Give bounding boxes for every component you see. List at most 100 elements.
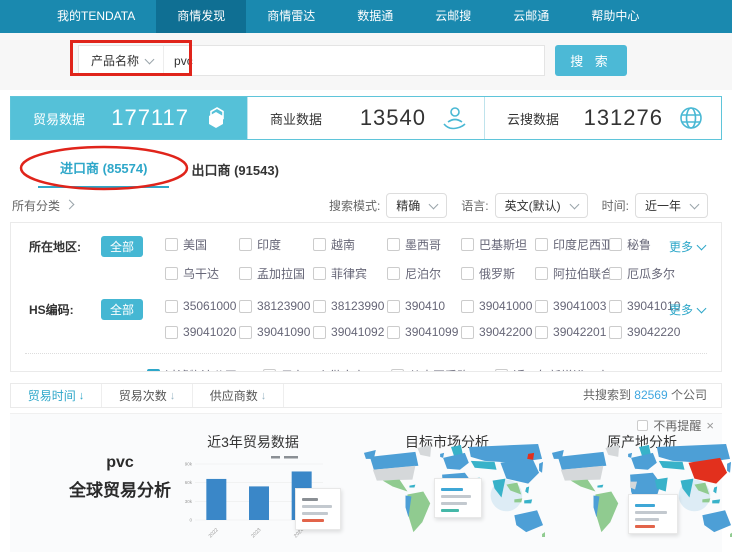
checkbox[interactable] [239,267,252,280]
region-option[interactable]: 尼泊尔 [387,265,461,282]
checkbox[interactable] [313,300,326,313]
checkbox[interactable] [387,238,400,251]
region-option[interactable]: 墨西哥 [387,236,461,253]
checkbox[interactable] [239,238,252,251]
search-input[interactable] [164,46,544,75]
nav-item[interactable]: 云邮通 [492,0,570,33]
stat-cloud-search-data[interactable]: 云搜数据 131276 [484,97,721,139]
region-option[interactable]: 巴基斯坦 [461,236,535,253]
checkbox[interactable] [495,369,508,372]
stat-value: 13540 [360,105,426,131]
checkbox[interactable] [147,369,160,372]
checkbox[interactable] [535,267,548,280]
checkbox[interactable] [165,300,178,313]
checkbox[interactable] [387,326,400,339]
tab-exporters[interactable]: 出口商 (91543) [169,160,300,188]
region-more-link[interactable]: 更多 [669,238,705,255]
stat-business-data[interactable]: 商业数据 13540 [247,97,484,139]
hs-all-badge[interactable]: 全部 [101,299,143,320]
hs-option[interactable]: 39042200 [461,325,535,339]
checkbox[interactable] [313,326,326,339]
time-label: 时间: [602,197,629,214]
advanced-option[interactable]: 只有一个供应商 [263,367,365,372]
checkbox[interactable] [535,326,548,339]
all-categories-link[interactable]: 所有分类 [12,197,73,214]
hs-option[interactable]: 39041092 [313,325,387,339]
dismiss-checkbox[interactable] [637,420,648,431]
checkbox[interactable] [165,267,178,280]
advanced-options: 过滤物流公司 只有一个供应商 从中国采购 近一年新增进口商 [147,367,609,372]
checkbox[interactable] [461,326,474,339]
hs-option[interactable]: 39042201 [535,325,609,339]
sort-by-trade-time[interactable]: 贸易时间 [11,384,102,407]
region-option[interactable]: 印度尼西亚 [535,236,609,253]
hs-more-link[interactable]: 更多 [669,301,705,318]
nav-item[interactable]: 我的TENDATA [36,0,156,33]
checkbox[interactable] [461,300,474,313]
checkbox[interactable] [609,267,622,280]
checkbox[interactable] [609,300,622,313]
hs-option[interactable]: 39041099 [387,325,461,339]
checkbox[interactable] [239,300,252,313]
region-option[interactable]: 印度 [239,236,313,253]
hs-option[interactable]: 35061000 [165,299,239,313]
checkbox[interactable] [461,267,474,280]
search-category-dropdown[interactable]: 产品名称 [79,46,164,75]
checkbox[interactable] [535,238,548,251]
checkbox[interactable] [609,238,622,251]
region-option[interactable]: 厄瓜多尔 [609,265,683,282]
hs-option[interactable]: 39042220 [609,325,683,339]
region-option[interactable]: 菲律宾 [313,265,387,282]
checkbox[interactable] [165,326,178,339]
hs-option[interactable]: 39041090 [239,325,313,339]
nav-item[interactable]: 帮助中心 [570,0,660,33]
checkbox[interactable] [387,300,400,313]
hs-option[interactable]: 38123900 [239,299,313,313]
checkbox[interactable] [535,300,548,313]
nav-item[interactable]: 云邮搜 [414,0,492,33]
checkbox[interactable] [313,267,326,280]
hs-option[interactable]: 39041020 [165,325,239,339]
checkbox[interactable] [609,326,622,339]
region-option[interactable]: 乌干达 [165,265,239,282]
search-mode-select[interactable]: 精确 [386,193,447,218]
region-option[interactable]: 阿拉伯联合... [535,265,609,282]
checkbox[interactable] [391,369,404,372]
advanced-option[interactable]: 近一年新增进口商 [495,367,609,372]
stat-trade-data[interactable]: 贸易数据 177117 [11,97,247,139]
region-label: 所在地区: [29,236,101,255]
hs-option[interactable]: 39041000 [461,299,535,313]
svg-text:30k: 30k [185,499,193,504]
search-button[interactable]: 搜 索 [555,45,627,76]
sort-by-trade-count[interactable]: 贸易次数 [102,384,193,407]
region-option[interactable]: 俄罗斯 [461,265,535,282]
time-select[interactable]: 近一年 [635,193,708,218]
hs-option[interactable]: 39041003 [535,299,609,313]
checkbox[interactable] [165,238,178,251]
hs-option[interactable]: 390410 [387,299,461,313]
nav-item[interactable]: 商情发现 [156,0,246,33]
search-section: 产品名称 搜 索 [0,33,732,90]
origin-tooltip [628,494,678,534]
nav-item[interactable]: 商情雷达 [246,0,336,33]
checkbox[interactable] [263,369,276,372]
region-option[interactable]: 越南 [313,236,387,253]
target-market-tooltip [434,478,482,518]
checkbox[interactable] [313,238,326,251]
language-select[interactable]: 英文(默认) [495,193,588,218]
advanced-option[interactable]: 过滤物流公司 [147,367,237,372]
tab-importers[interactable]: 进口商 (85574) [38,158,169,188]
sort-by-supplier-count[interactable]: 供应商数 [193,384,284,407]
nav-item[interactable]: 数据通 [336,0,414,33]
hs-option[interactable]: 38123990 [313,299,387,313]
region-option[interactable]: 美国 [165,236,239,253]
stat-label: 贸易数据 [33,109,85,128]
region-options: 美国 印度 越南 墨西哥 巴基斯坦 印度尼西亚 秘鲁 乌干达 孟加拉国 [165,236,683,282]
checkbox[interactable] [461,238,474,251]
checkbox[interactable] [239,326,252,339]
region-option[interactable]: 孟加拉国 [239,265,313,282]
checkbox[interactable] [387,267,400,280]
region-all-badge[interactable]: 全部 [101,236,143,257]
advanced-option[interactable]: 从中国采购 [391,367,469,372]
close-icon[interactable]: × [706,418,714,433]
